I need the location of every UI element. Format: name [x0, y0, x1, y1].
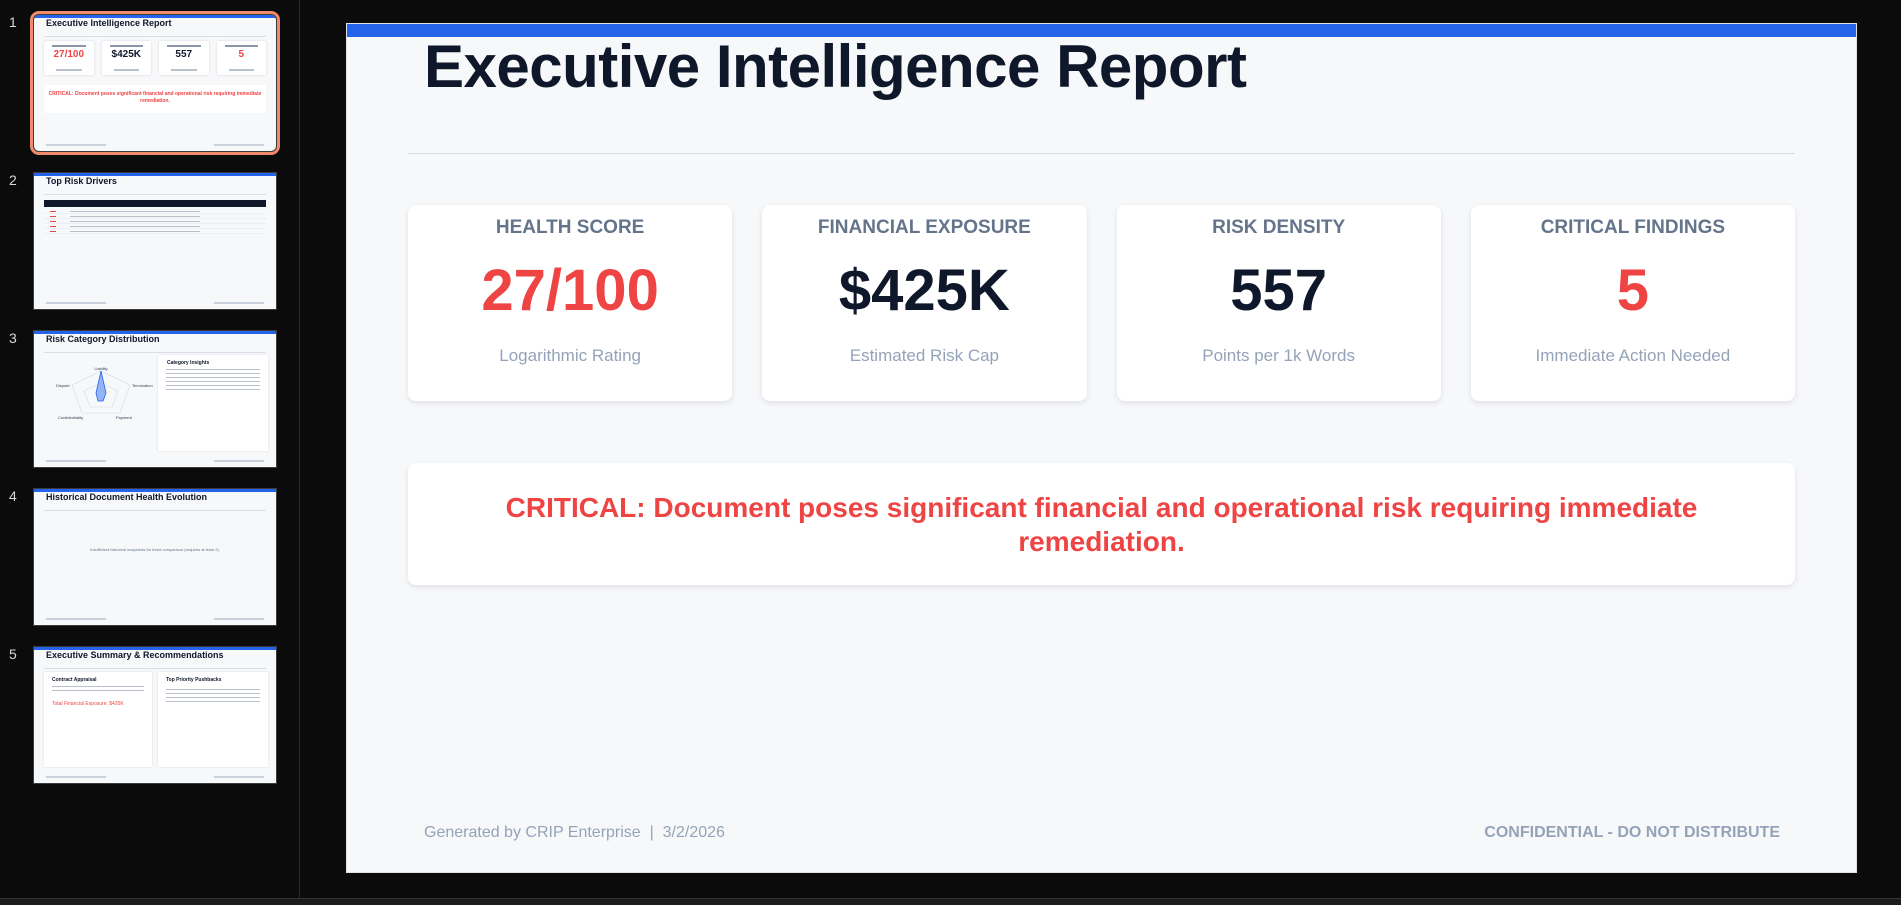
mini-footer [214, 776, 264, 778]
divider [44, 36, 266, 37]
slide-thumbnail-5[interactable]: Executive Summary & Recommendations Cont… [33, 646, 277, 784]
thumbnail-row-1: 1 Executive Intelligence Report 27/100 $… [0, 11, 300, 155]
radar-label: Termination [132, 383, 153, 388]
mini-panel-title: Category Insights [167, 360, 210, 366]
kpi-label: RISK DENSITY [1212, 217, 1346, 238]
mini-footer [214, 144, 264, 146]
slide-canvas[interactable]: Executive Intelligence Report HEALTH SCO… [346, 23, 1857, 873]
slide-number: 1 [9, 14, 17, 30]
mini-footer [46, 144, 106, 146]
radar-label: Dispute [56, 383, 70, 388]
mini-footer [46, 776, 106, 778]
mini-kpi-card: $425K [101, 41, 151, 75]
kpi-row: HEALTH SCORE 27/100 Logarithmic Rating F… [408, 205, 1795, 401]
thumbnail-row-3: 3 Risk Category Distribution Liability T… [0, 330, 300, 470]
mini-appraisal-panel: Contract Appraisal Total Financial Expos… [44, 672, 152, 767]
thumbnail-title: Historical Document Health Evolution [46, 492, 208, 502]
divider [44, 668, 266, 669]
kpi-card-critical-findings[interactable]: CRITICAL FINDINGS 5 Immediate Action Nee… [1470, 205, 1795, 401]
mini-kpi-value: $425K [111, 49, 141, 60]
kpi-card-risk-density[interactable]: RISK DENSITY 557 Points per 1k Words [1116, 205, 1441, 401]
kpi-card-financial-exposure[interactable]: FINANCIAL EXPOSURE $425K Estimated Risk … [762, 205, 1087, 401]
mini-table [44, 200, 266, 234]
mini-panel-title: Top Priority Pushbacks [166, 677, 222, 683]
mini-note: Insufficient historical snapshots for tr… [90, 547, 220, 552]
thumbnail-title: Executive Intelligence Report [46, 18, 172, 28]
title-divider [408, 153, 1795, 154]
kpi-value: 5 [1616, 258, 1649, 323]
divider [44, 194, 266, 195]
slide-number: 2 [9, 172, 17, 188]
mini-footer [46, 618, 106, 620]
critical-alert-card[interactable]: CRITICAL: Document poses significant fin… [408, 463, 1795, 585]
thumbnail-row-2: 2 Top Risk Drivers [0, 172, 300, 312]
mini-alert-text: CRITICAL: Document poses significant fin… [44, 85, 266, 113]
mini-footer [214, 302, 264, 304]
footer-generated-by: Generated by CRIP Enterprise | 3/2/2026 [424, 824, 725, 841]
kpi-caption: Logarithmic Rating [499, 346, 641, 365]
thumbnail-row-5: 5 Executive Summary & Recommendations Co… [0, 646, 300, 786]
mini-kpi-value: 5 [238, 49, 245, 60]
mini-exposure: Total Financial Exposure: $425K [52, 701, 124, 707]
slide-thumbnail-1[interactable]: Executive Intelligence Report 27/100 $42… [30, 11, 280, 155]
mini-kpi-value: 27/100 [53, 49, 85, 60]
critical-alert-text: CRITICAL: Document poses significant fin… [505, 492, 1698, 557]
kpi-label: CRITICAL FINDINGS [1540, 217, 1726, 238]
mini-kpi-card: 27/100 [44, 41, 94, 75]
mini-kpi-card: 5 [216, 41, 266, 75]
slide-thumbnail-4[interactable]: Historical Document Health Evolution Ins… [33, 488, 277, 626]
slide-thumbnail-2[interactable]: Top Risk Drivers [33, 172, 277, 310]
thumbnail-row-4: 4 Historical Document Health Evolution I… [0, 488, 300, 628]
radar-label: Confidentiality [58, 415, 83, 420]
radar-label: Payment [116, 415, 133, 420]
mini-insights-panel: Category Insights [158, 355, 268, 451]
slide-number: 5 [9, 646, 17, 662]
mini-footer [46, 302, 106, 304]
kpi-label: HEALTH SCORE [495, 217, 645, 238]
slide-thumbnail-3[interactable]: Risk Category Distribution Liability Ter… [33, 330, 277, 468]
thumbnail-title: Top Risk Drivers [46, 176, 117, 186]
mini-radar-chart: Liability Termination Payment Confidenti… [56, 366, 153, 420]
radar-label: Liability [94, 366, 107, 371]
presentation-editor: 1 Executive Intelligence Report 27/100 $… [0, 0, 1901, 905]
kpi-caption: Immediate Action Needed [1535, 346, 1731, 365]
thumbnail-title: Executive Summary & Recommendations [46, 650, 224, 660]
thumbnail-title: Risk Category Distribution [46, 334, 160, 344]
mini-panel-title: Contract Appraisal [52, 677, 97, 683]
slide-title[interactable]: Executive Intelligence Report [424, 32, 1247, 101]
divider [44, 352, 266, 353]
footer-confidential: CONFIDENTIAL - DO NOT DISTRIBUTE [1484, 824, 1780, 841]
kpi-card-health-score[interactable]: HEALTH SCORE 27/100 Logarithmic Rating [408, 205, 733, 401]
status-bar [0, 898, 1901, 905]
mini-footer [46, 460, 106, 462]
kpi-caption: Estimated Risk Cap [849, 346, 1000, 365]
mini-footer [214, 618, 264, 620]
mini-pushbacks-panel: Top Priority Pushbacks [158, 672, 268, 767]
kpi-caption: Points per 1k Words [1202, 346, 1355, 365]
mini-kpi-row: 27/100 $425K 557 5 [44, 41, 266, 75]
slide-number: 4 [9, 488, 17, 504]
kpi-value: 557 [1230, 258, 1328, 323]
divider [44, 510, 266, 511]
slide-thumbnail-pane[interactable]: 1 Executive Intelligence Report 27/100 $… [0, 0, 300, 898]
mini-footer [214, 460, 264, 462]
mini-kpi-card: 557 [159, 41, 209, 75]
mini-kpi-value: 557 [175, 49, 193, 60]
slide-number: 3 [9, 330, 17, 346]
kpi-value: $425K [838, 258, 1010, 323]
kpi-value: 27/100 [481, 258, 659, 323]
kpi-label: FINANCIAL EXPOSURE [817, 217, 1031, 238]
